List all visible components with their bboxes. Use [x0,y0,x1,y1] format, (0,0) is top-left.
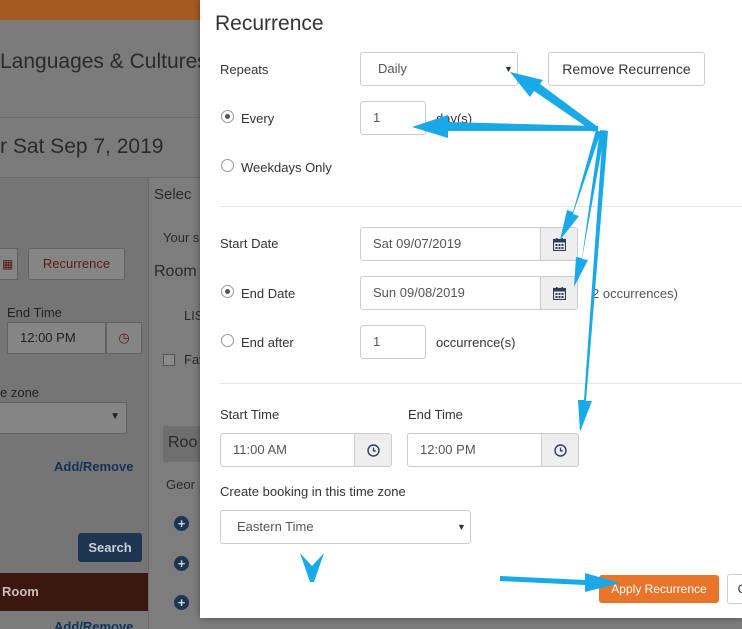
date-calendar-button[interactable]: ▦ [0,248,18,280]
add-room-icon[interactable]: + [174,595,189,610]
room-heading: Room [154,263,197,280]
start-time-clock-button[interactable] [354,433,392,467]
end-after-label: End after [241,335,294,350]
every-radio[interactable] [221,110,234,123]
end-date-calendar-button[interactable] [540,276,578,310]
cancel-button[interactable]: C [727,574,742,604]
weekdays-only-label: Weekdays Only [241,160,332,175]
caret-down-icon: ▼ [504,64,513,74]
select-heading: Selec [154,186,192,203]
end-time-input[interactable]: 12:00 PM [407,433,542,467]
page-title: Languages & Cultures [0,50,208,73]
start-time-input[interactable]: 11:00 AM [220,433,355,467]
add-remove-link[interactable]: Add/Remove [54,619,133,629]
every-label: Every [241,111,275,126]
apply-recurrence-button[interactable]: Apply Recurrence [599,575,719,603]
room-section-header: Room [0,573,148,611]
clock-icon [367,444,380,457]
calendar-icon [553,238,566,251]
recurrence-modal: Recurrence Repeats Daily ▼ Remove Recurr… [200,0,742,618]
repeats-value: Daily [378,61,407,76]
divider [0,117,200,118]
repeats-select[interactable]: Daily [360,52,518,86]
end-time-label: End Time [7,305,62,320]
date-heading: r Sat Sep 7, 2019 [0,135,164,158]
add-room-icon[interactable]: + [174,556,189,571]
end-after-unit-label: occurrence(s) [436,335,516,350]
info-text: Your s [163,230,200,245]
calendar-icon: ▦ [2,257,14,271]
time-zone-value: Eastern Time [237,519,314,534]
remove-recurrence-button[interactable]: Remove Recurrence [548,52,705,86]
time-zone-select[interactable]: ▼ [0,402,127,434]
clock-icon[interactable]: ◷ [106,322,142,354]
start-date-input[interactable]: Sat 09/07/2019 [360,227,541,261]
end-after-count-input[interactable]: 1 [360,325,426,359]
end-date-input[interactable]: Sun 09/08/2019 [360,276,541,310]
time-zone-label: e zone [0,385,40,400]
clock-icon [554,444,567,457]
every-unit-label: day(s) [436,111,473,126]
end-after-radio[interactable] [221,334,234,347]
favorites-checkbox[interactable] [163,354,175,366]
search-panel [0,178,148,578]
start-date-label: Start Date [220,236,279,251]
search-button[interactable]: Search [78,533,142,562]
weekdays-only-radio[interactable] [221,159,234,172]
section-divider [220,383,742,384]
add-remove-link[interactable]: Add/Remove [54,459,133,474]
caret-down-icon: ▼ [457,522,466,532]
occurrences-count: 2 occurrences) [592,286,678,301]
caret-down-icon: ▼ [110,411,120,422]
every-interval-input[interactable]: 1 [360,101,426,135]
start-time-label: Start Time [220,407,280,422]
end-time-label: End Time [408,407,463,422]
add-room-icon[interactable]: + [174,516,189,531]
modal-title: Recurrence [215,12,324,35]
calendar-icon [553,287,566,300]
time-zone-select[interactable]: Eastern Time [220,510,471,544]
end-date-radio[interactable] [221,285,234,298]
end-time-clock-button[interactable] [541,433,579,467]
recurrence-button[interactable]: Recurrence [28,248,125,280]
end-date-label: End Date [241,286,296,301]
section-divider [220,206,742,207]
room-group-label: Geor [166,477,195,492]
repeats-label: Repeats [220,62,269,77]
time-zone-label: Create booking in this time zone [220,484,406,499]
end-time-input[interactable]: 12:00 PM [7,322,106,354]
start-date-calendar-button[interactable] [540,227,578,261]
